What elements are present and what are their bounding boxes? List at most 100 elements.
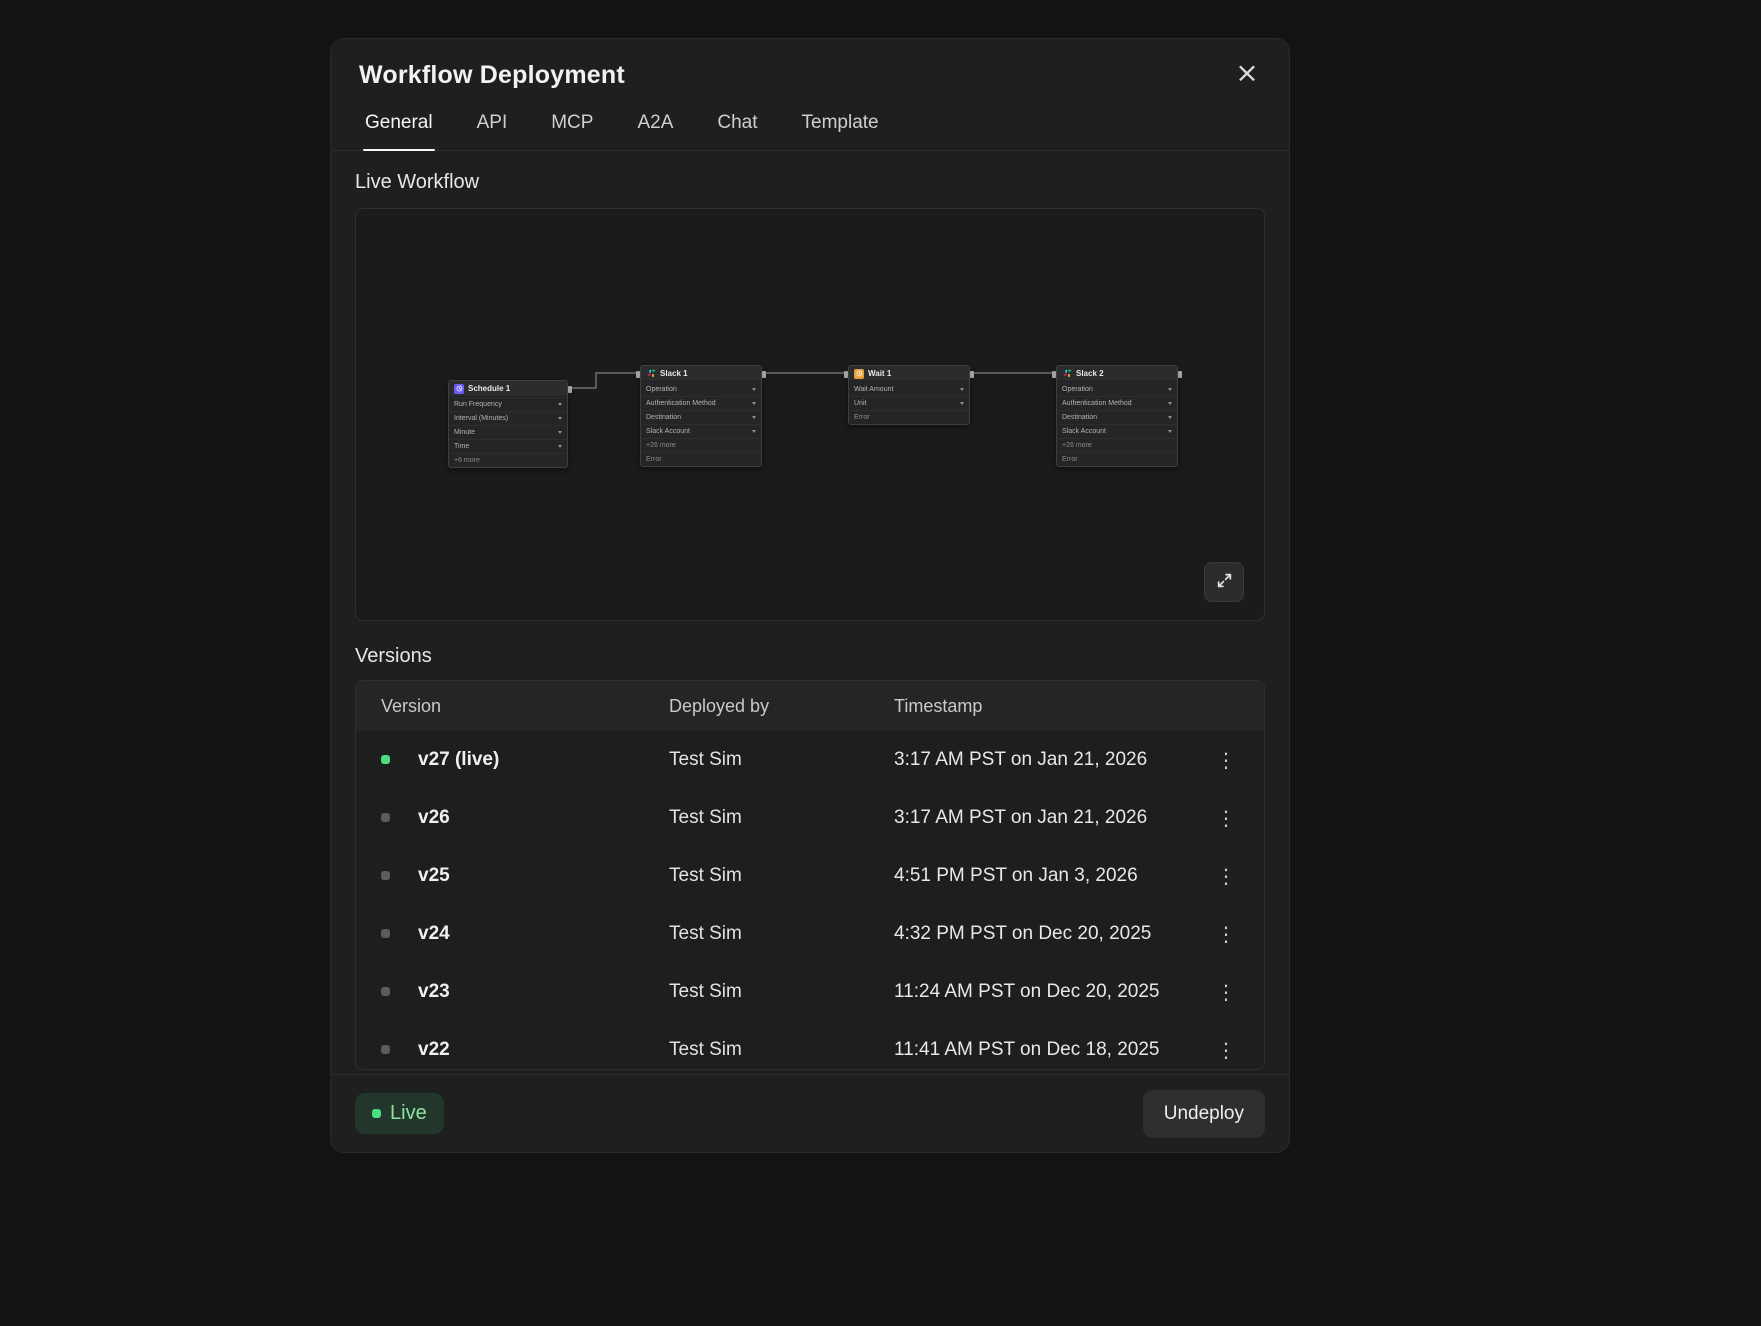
close-button[interactable]: ×	[1229, 55, 1265, 91]
chevron-down-icon	[558, 417, 562, 420]
chevron-down-icon	[752, 416, 756, 419]
output-connector	[1178, 371, 1182, 378]
node-header: Slack 2	[1057, 366, 1177, 382]
tab-api[interactable]: API	[475, 106, 510, 150]
node-param-row: Run Frequency	[449, 397, 567, 411]
row-menu-button[interactable]: ⋮	[1208, 974, 1244, 1010]
node-title: Wait 1	[868, 369, 891, 378]
node-more-row[interactable]: +26 more	[641, 438, 761, 452]
node-error-row: Error	[641, 452, 761, 466]
timestamp: 4:51 PM PST on Jan 3, 2026	[894, 865, 1208, 887]
chevron-down-icon	[1168, 430, 1172, 433]
slack-icon	[646, 369, 656, 379]
tab-template[interactable]: Template	[800, 106, 881, 150]
node-title: Schedule 1	[468, 384, 510, 393]
expand-canvas-button[interactable]	[1204, 562, 1244, 602]
workflow-node-slack-2[interactable]: Slack 2 Operation Authentication Method …	[1056, 365, 1178, 467]
chevron-down-icon	[752, 402, 756, 405]
version-status-dot	[381, 1045, 390, 1054]
dialog-header: Workflow Deployment ×	[331, 39, 1289, 90]
chevron-down-icon	[1168, 388, 1172, 391]
version-status-dot	[381, 987, 390, 996]
node-more-row[interactable]: +26 more	[1057, 438, 1177, 452]
chevron-down-icon	[752, 430, 756, 433]
node-param-row: Wait Amount	[849, 382, 969, 396]
node-param-row: Authentication Method	[1057, 396, 1177, 410]
schedule-clock-icon	[454, 384, 464, 394]
node-error-row: Error	[849, 410, 969, 424]
table-row-v25[interactable]: v25 Test Sim 4:51 PM PST on Jan 3, 2026 …	[356, 847, 1264, 905]
input-connector	[844, 371, 848, 378]
table-row-v27[interactable]: v27 (live) Test Sim 3:17 AM PST on Jan 2…	[356, 731, 1264, 789]
timestamp: 3:17 AM PST on Jan 21, 2026	[894, 807, 1208, 829]
kebab-icon: ⋮	[1216, 1038, 1236, 1062]
version-label: v22	[418, 1039, 669, 1061]
tab-bar: General API MCP A2A Chat Template	[331, 106, 1289, 151]
chevron-down-icon	[1168, 402, 1172, 405]
undeploy-button[interactable]: Undeploy	[1143, 1090, 1265, 1138]
deployed-by: Test Sim	[669, 981, 894, 1003]
row-menu-button[interactable]: ⋮	[1208, 1032, 1244, 1068]
column-header-timestamp: Timestamp	[894, 696, 1208, 717]
node-param-row: Unit	[849, 396, 969, 410]
column-header-version: Version	[381, 696, 669, 717]
node-title: Slack 2	[1076, 369, 1104, 378]
workflow-node-slack-1[interactable]: Slack 1 Operation Authentication Method …	[640, 365, 762, 467]
output-connector	[762, 371, 766, 378]
node-param-row: Slack Account	[1057, 424, 1177, 438]
tab-general[interactable]: General	[363, 106, 435, 150]
node-param-row: Slack Account	[641, 424, 761, 438]
table-row-v24[interactable]: v24 Test Sim 4:32 PM PST on Dec 20, 2025…	[356, 905, 1264, 963]
timestamp: 3:17 AM PST on Jan 21, 2026	[894, 749, 1208, 771]
deployed-by: Test Sim	[669, 923, 894, 945]
kebab-icon: ⋮	[1216, 864, 1236, 888]
slack-icon	[1062, 369, 1072, 379]
timestamp: 11:24 AM PST on Dec 20, 2025	[894, 981, 1208, 1003]
version-label: v26	[418, 807, 669, 829]
versions-heading: Versions	[355, 645, 1265, 668]
version-label: v24	[418, 923, 669, 945]
chevron-down-icon	[960, 388, 964, 391]
workflow-canvas[interactable]: Schedule 1 Run Frequency Interval (Minut…	[355, 208, 1265, 621]
workflow-node-wait-1[interactable]: Wait 1 Wait Amount Unit Error	[848, 365, 970, 425]
output-connector	[568, 386, 572, 393]
close-icon: ×	[1235, 56, 1258, 89]
kebab-icon: ⋮	[1216, 748, 1236, 772]
row-menu-button[interactable]: ⋮	[1208, 916, 1244, 952]
workflow-deployment-dialog: Workflow Deployment × General API MCP A2…	[330, 38, 1290, 1153]
table-row-v23[interactable]: v23 Test Sim 11:24 AM PST on Dec 20, 202…	[356, 963, 1264, 1021]
kebab-icon: ⋮	[1216, 922, 1236, 946]
deployed-by: Test Sim	[669, 807, 894, 829]
node-param-row: Interval (Minutes)	[449, 411, 567, 425]
tab-chat[interactable]: Chat	[715, 106, 759, 150]
expand-arrows-icon	[1216, 572, 1233, 592]
tab-mcp[interactable]: MCP	[549, 106, 595, 150]
node-more-row[interactable]: +6 more	[449, 453, 567, 467]
dialog-footer: Live Undeploy	[331, 1074, 1289, 1152]
chevron-down-icon	[960, 402, 964, 405]
live-workflow-heading: Live Workflow	[355, 171, 1265, 194]
versions-table: Version Deployed by Timestamp v27 (live)…	[355, 680, 1265, 1070]
node-title: Slack 1	[660, 369, 688, 378]
node-param-row: Authentication Method	[641, 396, 761, 410]
version-status-dot	[381, 755, 390, 764]
table-row-v26[interactable]: v26 Test Sim 3:17 AM PST on Jan 21, 2026…	[356, 789, 1264, 847]
row-menu-button[interactable]: ⋮	[1208, 800, 1244, 836]
dialog-content: Live Workflow Schedule 1 Run Frequency I…	[331, 151, 1289, 1074]
node-param-row: Destination	[1057, 410, 1177, 424]
row-menu-button[interactable]: ⋮	[1208, 858, 1244, 894]
node-param-row: Operation	[641, 382, 761, 396]
live-status-badge: Live	[355, 1093, 444, 1134]
live-dot-icon	[372, 1109, 381, 1118]
wait-clock-icon	[854, 369, 864, 379]
kebab-icon: ⋮	[1216, 980, 1236, 1004]
version-status-dot	[381, 929, 390, 938]
node-param-row: Destination	[641, 410, 761, 424]
table-row-v22[interactable]: v22 Test Sim 11:41 AM PST on Dec 18, 202…	[356, 1021, 1264, 1070]
node-header: Slack 1	[641, 366, 761, 382]
deployed-by: Test Sim	[669, 749, 894, 771]
tab-a2a[interactable]: A2A	[635, 106, 675, 150]
timestamp: 4:32 PM PST on Dec 20, 2025	[894, 923, 1208, 945]
workflow-node-schedule-1[interactable]: Schedule 1 Run Frequency Interval (Minut…	[448, 380, 568, 468]
row-menu-button[interactable]: ⋮	[1208, 742, 1244, 778]
